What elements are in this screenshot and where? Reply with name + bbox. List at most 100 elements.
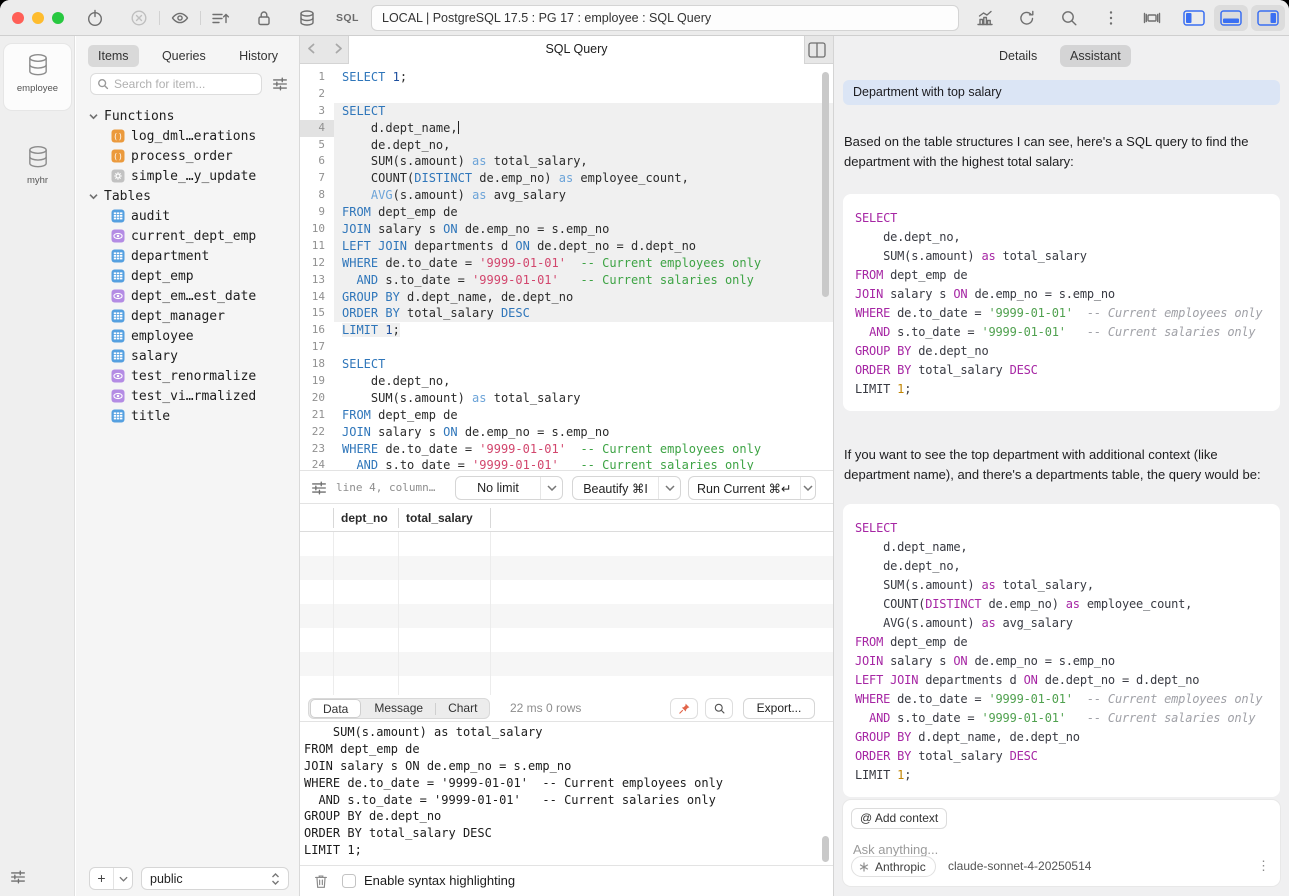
toolbar-divider bbox=[159, 11, 160, 25]
tab-sql-query[interactable]: SQL Query bbox=[348, 36, 805, 64]
right-panel-tabs: Details Assistant bbox=[834, 45, 1289, 67]
grid-row-empty[interactable] bbox=[300, 676, 833, 695]
tree-section-tables[interactable]: Tables bbox=[76, 186, 300, 206]
sidebar-bottom-bar: + public bbox=[76, 864, 300, 896]
limit-dropdown[interactable]: No limit bbox=[455, 476, 563, 500]
assistant-code-block-2: SELECT d.dept_name, de.dept_no, SUM(s.am… bbox=[843, 504, 1280, 797]
forward-button[interactable] bbox=[333, 41, 344, 59]
tree-item-title[interactable]: title bbox=[76, 406, 300, 426]
more-options-icon[interactable] bbox=[1101, 8, 1121, 28]
tree-item-dept-manager[interactable]: dept_manager bbox=[76, 306, 300, 326]
tree-item-audit[interactable]: audit bbox=[76, 206, 300, 226]
tree-item-dept-emp[interactable]: dept_emp bbox=[76, 266, 300, 286]
add-context-chip[interactable]: @ Add context bbox=[851, 808, 947, 829]
message-line: LIMIT 1; bbox=[300, 842, 833, 859]
tree-item-current-dept-emp[interactable]: current_dept_emp bbox=[76, 226, 300, 246]
tree-item-test-renormalize[interactable]: test_renormalize bbox=[76, 366, 300, 386]
grid-row-empty[interactable] bbox=[300, 604, 833, 628]
lock-icon[interactable] bbox=[254, 8, 274, 28]
provider-chip[interactable]: Anthropic bbox=[851, 856, 936, 877]
line-number: 19 bbox=[300, 373, 334, 390]
connection-power-icon[interactable] bbox=[85, 8, 105, 28]
chart-icon[interactable] bbox=[975, 8, 995, 28]
add-item-button[interactable]: + bbox=[89, 867, 133, 890]
tree-item-log-dml-erations[interactable]: ()log_dml…erations bbox=[76, 126, 300, 146]
search-results-button[interactable] bbox=[705, 698, 733, 719]
editor-line-17: 17 bbox=[300, 339, 833, 356]
sidebar-filter-icon[interactable] bbox=[271, 75, 289, 93]
toggle-bottom-panel-button[interactable] bbox=[1214, 5, 1248, 31]
tree-item-employee[interactable]: employee bbox=[76, 326, 300, 346]
grid-row-empty[interactable] bbox=[300, 556, 833, 580]
eye-icon[interactable] bbox=[170, 8, 190, 28]
editor-line-10: 10JOIN salary s ON de.emp_no = s.emp_no bbox=[300, 221, 833, 238]
presentation-mode-icon[interactable] bbox=[1142, 8, 1162, 28]
function-icon: () bbox=[111, 129, 125, 143]
beautify-dropdown[interactable]: Beautify ⌘I bbox=[572, 476, 681, 500]
tree-section-functions[interactable]: Functions bbox=[76, 106, 300, 126]
results-tab-chart[interactable]: Chart bbox=[436, 699, 489, 718]
tree-item-test-vi-rmalized[interactable]: test_vi…rmalized bbox=[76, 386, 300, 406]
search-input[interactable]: Search for item... bbox=[90, 73, 262, 95]
sidebar-tab-items[interactable]: Items bbox=[88, 45, 139, 67]
results-grid[interactable]: dept_no total_salary bbox=[300, 504, 833, 695]
refresh-icon[interactable] bbox=[1017, 8, 1037, 28]
grid-row-empty[interactable] bbox=[300, 532, 833, 556]
run-current-dropdown[interactable]: Run Current ⌘↵ bbox=[688, 476, 816, 500]
trash-icon[interactable] bbox=[312, 872, 330, 890]
tree-item-department[interactable]: department bbox=[76, 246, 300, 266]
column-header-total-salary[interactable]: total_salary bbox=[398, 504, 490, 532]
cursor-position-label: line 4, column… bbox=[336, 481, 435, 494]
column-header-dept-no[interactable]: dept_no bbox=[333, 504, 398, 532]
tree-item-process-order[interactable]: ()process_order bbox=[76, 146, 300, 166]
sidebar-tab-history[interactable]: History bbox=[229, 45, 288, 67]
rail-filter-icon[interactable] bbox=[9, 868, 29, 888]
database-icon[interactable] bbox=[297, 8, 317, 28]
grid-row-empty[interactable] bbox=[300, 652, 833, 676]
schema-select[interactable]: public bbox=[141, 867, 289, 890]
sql-mode-label[interactable]: SQL bbox=[336, 12, 359, 24]
grid-row-empty[interactable] bbox=[300, 580, 833, 604]
split-editor-icon[interactable] bbox=[808, 42, 826, 58]
message-panel[interactable]: SUM(s.amount) as total_salaryFROM dept_e… bbox=[300, 722, 833, 865]
connection-myhr[interactable]: myhr bbox=[0, 144, 75, 186]
grid-row-empty[interactable] bbox=[300, 628, 833, 652]
toggle-left-panel-button[interactable] bbox=[1177, 5, 1211, 31]
zoom-window-button[interactable] bbox=[52, 12, 64, 24]
sidebar-tab-queries[interactable]: Queries bbox=[152, 45, 216, 67]
results-tab-data[interactable]: Data bbox=[310, 699, 361, 718]
view-icon bbox=[111, 389, 125, 403]
log-icon[interactable] bbox=[210, 8, 230, 28]
assistant-input-placeholder[interactable]: Ask anything... bbox=[853, 842, 938, 857]
minimize-window-button[interactable] bbox=[32, 12, 44, 24]
statusbar-filter-icon[interactable] bbox=[310, 479, 328, 497]
export-button[interactable]: Export... bbox=[743, 698, 815, 719]
card-more-icon[interactable]: ⋮ bbox=[1257, 858, 1270, 874]
search-icon[interactable] bbox=[1059, 8, 1079, 28]
tab-assistant[interactable]: Assistant bbox=[1060, 45, 1131, 67]
line-number: 11 bbox=[300, 238, 334, 255]
svg-text:(): () bbox=[113, 152, 123, 161]
toggle-right-panel-button[interactable] bbox=[1251, 5, 1285, 31]
tree-item-simple-y-update[interactable]: simple_…y_update bbox=[76, 166, 300, 186]
cancel-query-icon[interactable] bbox=[129, 8, 149, 28]
assistant-input-card[interactable]: @ Add context Ask anything... Anthropic … bbox=[843, 800, 1280, 886]
tree-item-salary[interactable]: salary bbox=[76, 346, 300, 366]
pin-button[interactable] bbox=[670, 698, 698, 719]
line-number: 20 bbox=[300, 390, 334, 407]
close-window-button[interactable] bbox=[12, 12, 24, 24]
message-line: ORDER BY total_salary DESC bbox=[300, 825, 833, 842]
editor-line-3: 3SELECT bbox=[300, 103, 833, 120]
editor-line-1: 1SELECT 1; bbox=[300, 69, 833, 86]
connections-rail: employee myhr bbox=[0, 36, 75, 896]
sql-editor[interactable]: 1SELECT 1;23SELECT4 d.dept_name,5 de.dep… bbox=[300, 64, 833, 470]
syntax-highlighting-checkbox[interactable] bbox=[342, 874, 356, 888]
tab-details[interactable]: Details bbox=[989, 45, 1047, 67]
back-button[interactable] bbox=[306, 41, 317, 59]
results-tab-message[interactable]: Message bbox=[362, 699, 435, 718]
table-icon bbox=[111, 349, 125, 363]
message-scrollbar[interactable] bbox=[822, 836, 829, 862]
tree-item-dept-em-est-date[interactable]: dept_em…est_date bbox=[76, 286, 300, 306]
editor-scrollbar[interactable] bbox=[822, 72, 829, 297]
connection-employee[interactable]: employee bbox=[0, 52, 75, 94]
